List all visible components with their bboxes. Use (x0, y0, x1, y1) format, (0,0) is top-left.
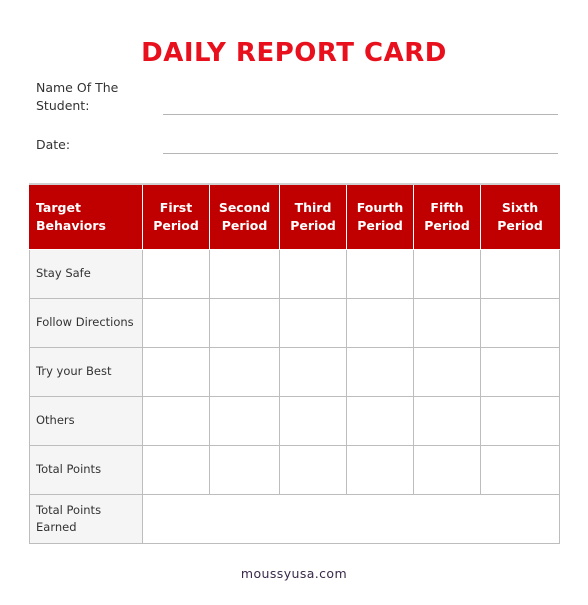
score-cell[interactable] (480, 248, 560, 299)
row-label: Try your Best (29, 346, 143, 397)
score-cell[interactable] (279, 248, 347, 299)
score-cell[interactable] (209, 395, 280, 446)
score-cell[interactable] (480, 346, 560, 397)
header-second-period: Second Period (209, 184, 280, 250)
header-fifth-period: Fifth Period (413, 184, 481, 250)
table-row: Follow Directions (29, 297, 560, 348)
row-label: Follow Directions (29, 297, 143, 348)
student-name-field[interactable] (163, 114, 558, 115)
score-cell[interactable] (279, 346, 347, 397)
score-cell[interactable] (279, 444, 347, 495)
score-cell[interactable] (346, 346, 414, 397)
score-cell[interactable] (346, 248, 414, 299)
score-cell[interactable] (413, 444, 481, 495)
score-cell[interactable] (480, 395, 560, 446)
score-cell[interactable] (413, 346, 481, 397)
score-cell[interactable] (142, 248, 210, 299)
score-cell[interactable] (142, 395, 210, 446)
footer-website: moussyusa.com (240, 566, 348, 581)
score-cell[interactable] (480, 444, 560, 495)
header-fourth-period: Fourth Period (346, 184, 414, 250)
score-cell[interactable] (413, 297, 481, 348)
score-cell[interactable] (142, 297, 210, 348)
score-cell[interactable] (279, 395, 347, 446)
header-first-period: First Period (142, 184, 210, 250)
table-row: Others (29, 395, 560, 446)
report-table: Target Behaviors First Period Second Per… (29, 183, 560, 544)
score-cell[interactable] (209, 297, 280, 348)
table-header-row: Target Behaviors First Period Second Per… (29, 184, 560, 250)
score-cell[interactable] (346, 444, 414, 495)
score-cell[interactable] (480, 297, 560, 348)
date-field[interactable] (163, 153, 558, 154)
header-sixth-period: Sixth Period (480, 184, 560, 250)
student-name-label: Name Of The Student: (36, 80, 119, 113)
total-earned-row: Total Points Earned (29, 493, 560, 544)
score-cell[interactable] (209, 444, 280, 495)
score-cell[interactable] (346, 395, 414, 446)
score-cell[interactable] (209, 248, 280, 299)
page-title: DAILY REPORT CARD (141, 38, 447, 68)
row-label: Stay Safe (29, 248, 143, 299)
score-cell[interactable] (209, 346, 280, 397)
header-third-period: Third Period (279, 184, 347, 250)
table-row: Total Points (29, 444, 560, 495)
score-cell[interactable] (142, 444, 210, 495)
header-target-behaviors: Target Behaviors (29, 184, 143, 250)
total-earned-label: Total Points Earned (29, 493, 143, 544)
score-cell[interactable] (279, 297, 347, 348)
table-row: Stay Safe (29, 248, 560, 299)
total-earned-cell[interactable] (142, 493, 560, 544)
score-cell[interactable] (413, 395, 481, 446)
row-label: Total Points (29, 444, 143, 495)
row-label: Others (29, 395, 143, 446)
table-row: Try your Best (29, 346, 560, 397)
score-cell[interactable] (142, 346, 210, 397)
score-cell[interactable] (413, 248, 481, 299)
score-cell[interactable] (346, 297, 414, 348)
date-label: Date: (36, 137, 71, 152)
